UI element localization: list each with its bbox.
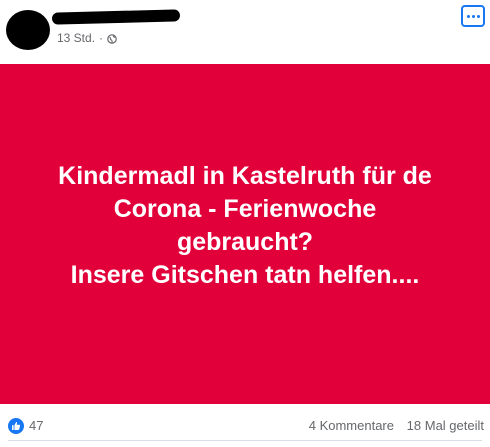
banner-line: Kindermadl in Kastelruth für de bbox=[58, 162, 432, 190]
more-options-button[interactable] bbox=[461, 5, 485, 27]
reaction-count[interactable]: 47 bbox=[29, 418, 43, 433]
avatar[interactable] bbox=[6, 10, 50, 50]
author-name-redacted bbox=[51, 9, 181, 25]
like-icon[interactable] bbox=[8, 418, 24, 434]
more-options-icon bbox=[466, 14, 470, 18]
post-meta: 13 Std. · bbox=[57, 31, 117, 45]
meta-separator: · bbox=[99, 31, 104, 45]
post-card: 13 Std. · Kindermadl in Kastelruth für d… bbox=[0, 0, 490, 447]
divider bbox=[8, 440, 482, 441]
comments-count[interactable]: 4 Kommentare bbox=[309, 418, 394, 433]
post-time[interactable]: 13 Std. bbox=[57, 31, 95, 45]
shares-count[interactable]: 18 Mal geteilt bbox=[407, 418, 484, 433]
banner-text: Kindermadl in Kastelruth für de Corona -… bbox=[15, 160, 475, 292]
banner-line: Corona - Ferienwoche bbox=[113, 195, 377, 223]
post-text-banner[interactable]: Kindermadl in Kastelruth für de Corona -… bbox=[0, 64, 490, 404]
banner-line: gebraucht? bbox=[176, 228, 314, 256]
banner-line: Insere Gitschen tatn helfen.... bbox=[70, 261, 420, 289]
globe-icon[interactable] bbox=[107, 33, 117, 44]
